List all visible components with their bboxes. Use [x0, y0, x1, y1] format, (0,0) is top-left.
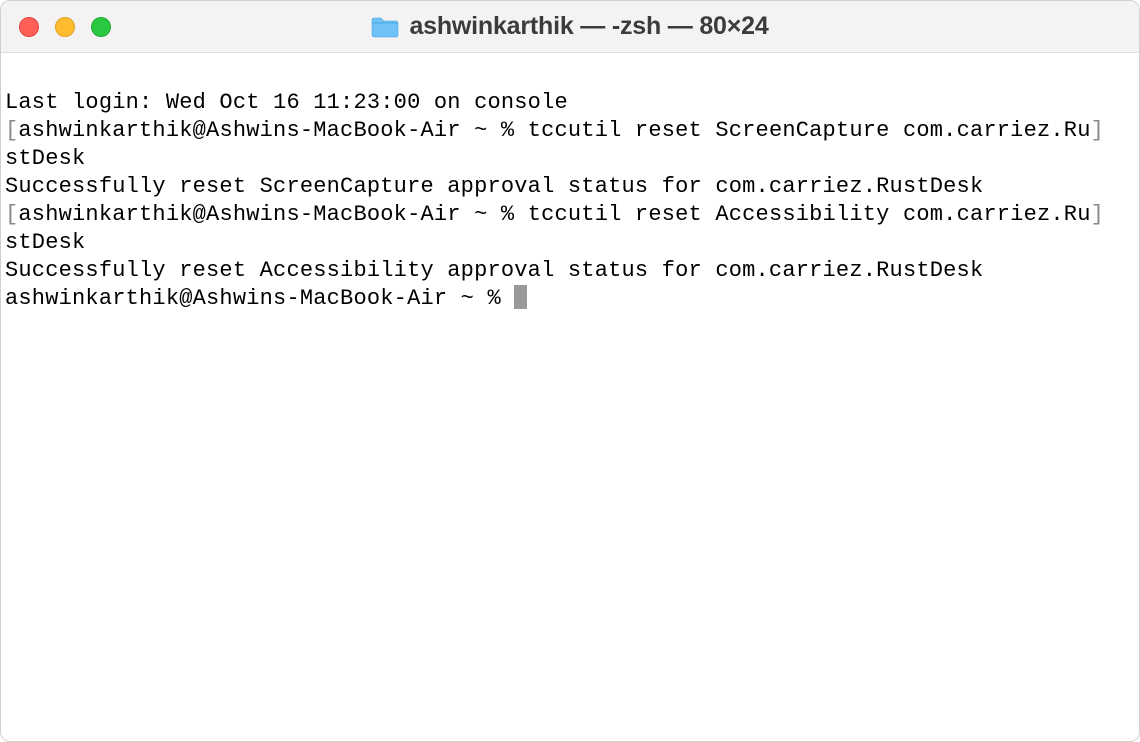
prompt-final: ashwinkarthik@Ashwins-MacBook-Air ~ %: [5, 286, 514, 311]
cmd2-wrap-line: stDesk: [5, 229, 1135, 257]
bracket-close: ]: [1091, 118, 1104, 143]
terminal-output[interactable]: Last login: Wed Oct 16 11:23:00 on conso…: [1, 53, 1139, 341]
prompt-line: ashwinkarthik@Ashwins-MacBook-Air ~ %: [5, 285, 1135, 313]
cmd1-line: [ashwinkarthik@Ashwins-MacBook-Air ~ % t…: [5, 117, 1135, 145]
prompt: ashwinkarthik@Ashwins-MacBook-Air ~ %: [18, 118, 527, 143]
title-wrap: ashwinkarthik — -zsh — 80×24: [1, 12, 1139, 41]
cmd1-text: tccutil reset ScreenCapture com.carriez.…: [528, 118, 1091, 143]
folder-icon: [371, 16, 399, 38]
result2-line: Successfully reset Accessibility approva…: [5, 257, 1135, 285]
cmd2-line: [ashwinkarthik@Ashwins-MacBook-Air ~ % t…: [5, 201, 1135, 229]
maximize-button[interactable]: [91, 17, 111, 37]
cmd2-text: tccutil reset Accessibility com.carriez.…: [528, 202, 1091, 227]
bracket-open: [: [5, 118, 18, 143]
bracket-close: ]: [1091, 202, 1104, 227]
cmd1-wrap-line: stDesk: [5, 145, 1135, 173]
minimize-button[interactable]: [55, 17, 75, 37]
window-title: ashwinkarthik — -zsh — 80×24: [409, 12, 768, 41]
last-login-line: Last login: Wed Oct 16 11:23:00 on conso…: [5, 89, 1135, 117]
window-titlebar: ashwinkarthik — -zsh — 80×24: [1, 1, 1139, 53]
traffic-lights: [19, 17, 111, 37]
cursor: [514, 285, 527, 309]
close-button[interactable]: [19, 17, 39, 37]
bracket-open: [: [5, 202, 18, 227]
prompt: ashwinkarthik@Ashwins-MacBook-Air ~ %: [18, 202, 527, 227]
result1-line: Successfully reset ScreenCapture approva…: [5, 173, 1135, 201]
